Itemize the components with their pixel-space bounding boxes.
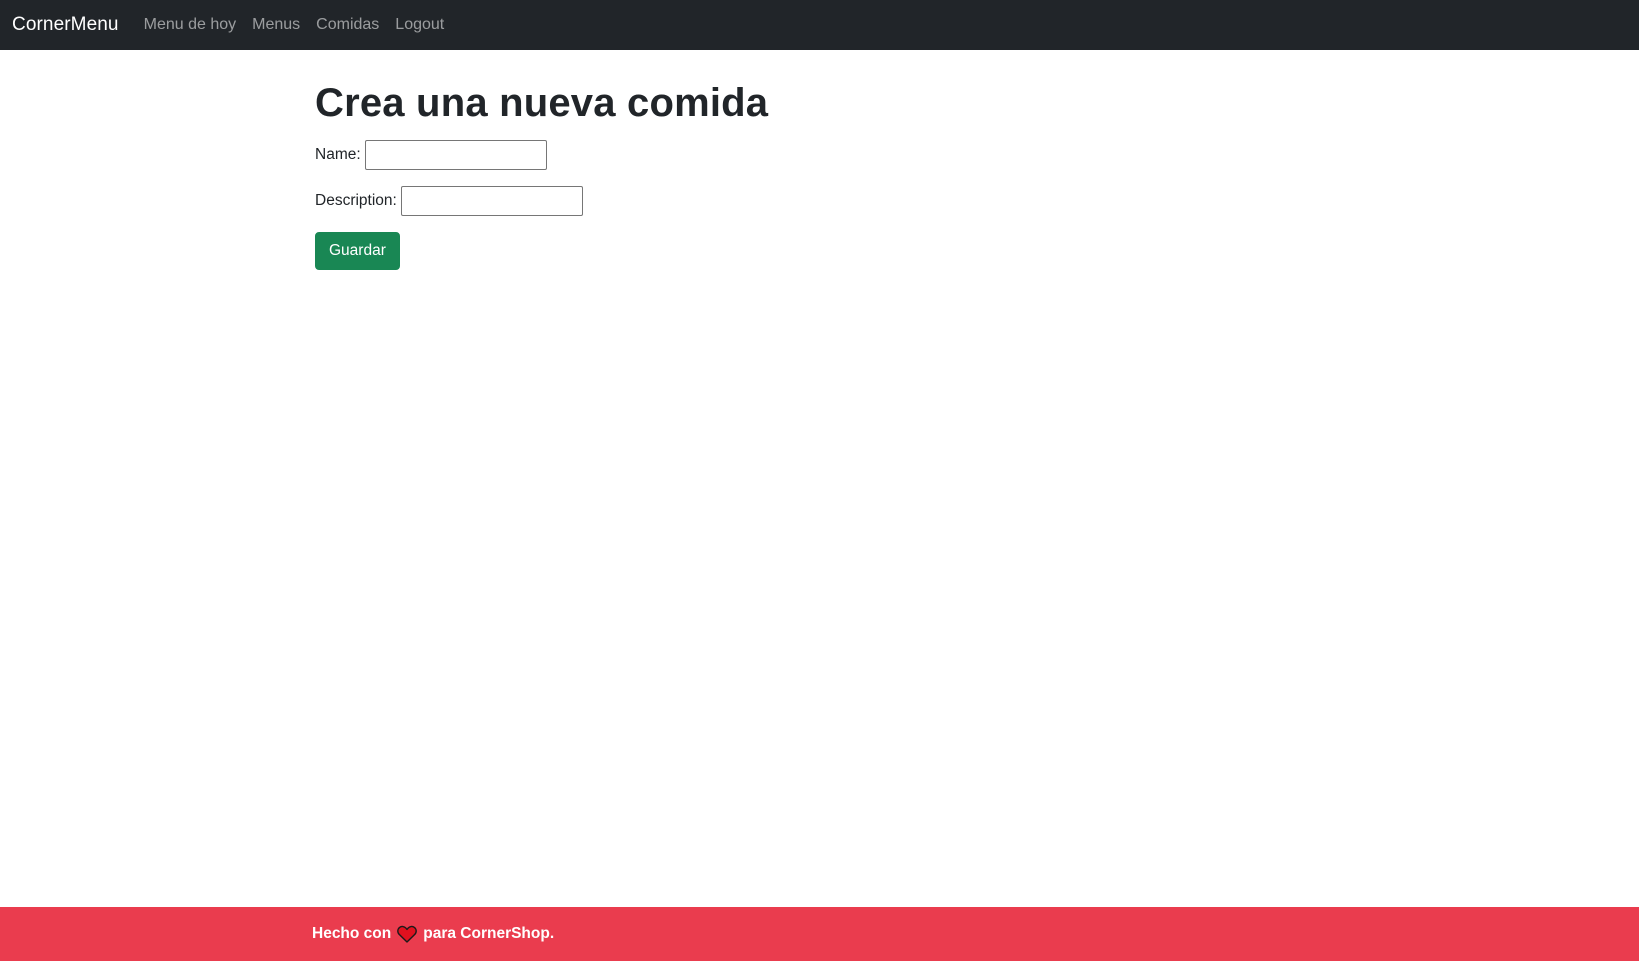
footer: Hecho con para CornerShop.	[0, 907, 1639, 961]
description-row: Description:	[315, 186, 1325, 216]
nav-link-menu-de-hoy[interactable]: Menu de hoy	[144, 16, 237, 34]
save-button[interactable]: Guardar	[315, 232, 400, 270]
description-input[interactable]	[400, 186, 583, 216]
nav-link-comidas[interactable]: Comidas	[316, 16, 379, 34]
page-title: Crea una nueva comida	[315, 81, 769, 125]
nav-link-logout[interactable]: Logout	[395, 16, 444, 34]
main-content: Crea una nueva comida Name: Description:…	[315, 74, 1325, 270]
name-label: Name:	[315, 146, 361, 163]
nav-link-menus[interactable]: Menus	[252, 16, 300, 34]
footer-text-after: para CornerShop.	[423, 925, 555, 942]
top-navbar: CornerMenu Menu de hoy Menus Comidas Log…	[0, 0, 1639, 50]
name-input[interactable]	[364, 140, 547, 170]
description-label: Description:	[315, 192, 397, 209]
new-food-form: Name: Description: Guardar	[315, 140, 1325, 270]
footer-text: Hecho con para CornerShop.	[312, 925, 554, 943]
name-row: Name:	[315, 140, 1325, 170]
footer-text-before: Hecho con	[312, 925, 392, 942]
brand-link[interactable]: CornerMenu	[12, 14, 119, 36]
heart-icon	[397, 925, 418, 943]
